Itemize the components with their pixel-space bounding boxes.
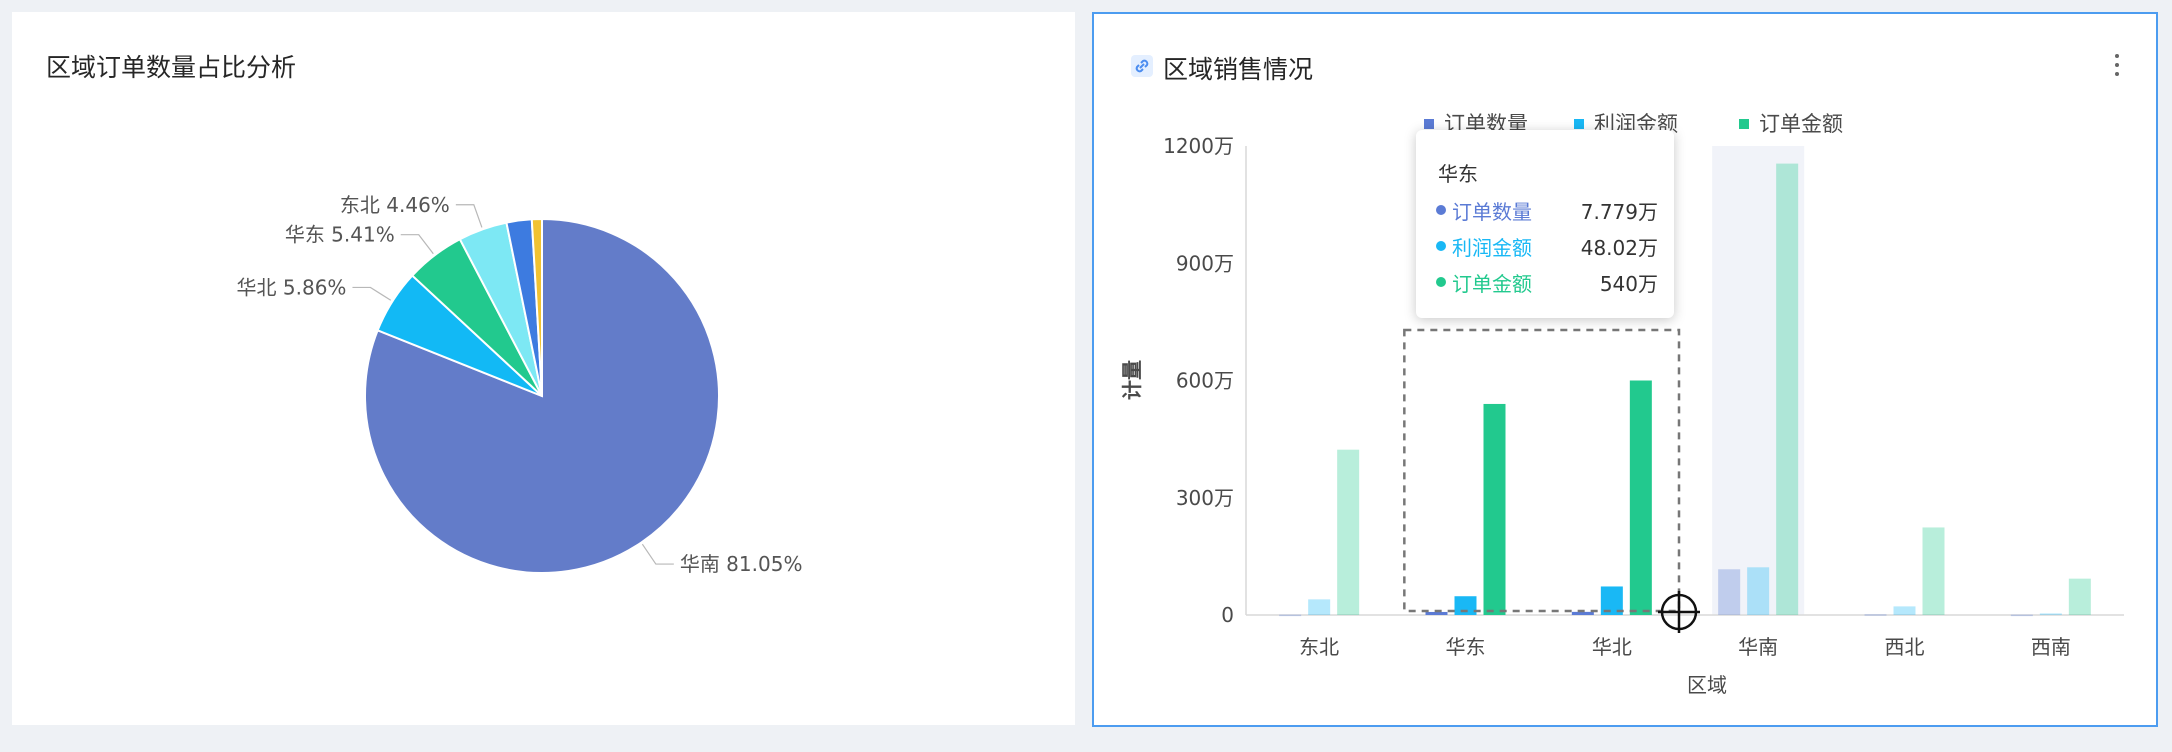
crosshair-cursor-icon	[1658, 591, 1700, 633]
x-tick-label: 华南	[1738, 635, 1778, 659]
tooltip-row-order-amount: 订单金额 540万	[1436, 268, 1658, 296]
x-tick-label: 东北	[1299, 635, 1339, 659]
y-tick-label: 0	[1221, 603, 1234, 627]
pie-label-line	[352, 286, 392, 301]
bar-利润金额-西南[interactable]	[2039, 613, 2062, 615]
bar-订单数量-华南[interactable]	[1718, 569, 1741, 615]
x-tick-label: 华东	[1446, 635, 1486, 659]
bar-利润金额-华南[interactable]	[1747, 567, 1770, 615]
bar-订单金额-西南[interactable]	[2068, 578, 2091, 615]
x-tick-label: 西北	[1885, 635, 1925, 659]
bar-订单金额-东北[interactable]	[1337, 449, 1360, 615]
bar-订单金额-西北[interactable]	[1922, 527, 1945, 615]
bar-订单数量-西南[interactable]	[2010, 614, 2033, 617]
order-share-panel: 区域订单数量占比分析 华南 81.05% 华北 5.86% 华东 5.41% 东北 4…	[12, 12, 1075, 725]
tooltip-row-order-count: 订单数量 7.779万	[1436, 196, 1658, 224]
tooltip-dot	[1436, 205, 1446, 215]
x-axis-title: 区域	[1687, 673, 1727, 697]
regional-sales-panel: 区域销售情况 0 300万 600万 900万 1200万 计量 东北 华东 华北 华南 西北 西南区…	[1092, 12, 2158, 727]
y-tick-label: 600万	[1176, 369, 1234, 393]
tooltip-series-name: 利润金额	[1452, 236, 1532, 260]
bar-订单数量-华北[interactable]	[1571, 611, 1594, 615]
tooltip-title: 华东	[1438, 162, 1478, 186]
bar-订单金额-华北[interactable]	[1629, 380, 1652, 616]
tooltip-row-profit: 利润金额 48.02万	[1436, 232, 1658, 260]
y-axis-title: 计量	[1120, 360, 1144, 400]
tooltip-series-value: 48.02万	[1580, 236, 1658, 260]
y-tick-label: 300万	[1176, 486, 1234, 510]
tooltip-dot	[1436, 241, 1446, 251]
pie-label: 华北 5.86%	[237, 275, 347, 299]
pie-label: 东北 4.46%	[340, 193, 450, 217]
bar-订单数量-东北[interactable]	[1279, 614, 1302, 617]
bar-订单金额-华东[interactable]	[1483, 403, 1506, 615]
bar-订单金额-华南[interactable]	[1776, 163, 1799, 615]
y-tick-label: 900万	[1176, 251, 1234, 275]
bar-订单数量-华东[interactable]	[1425, 611, 1448, 615]
tooltip-dot	[1436, 277, 1446, 287]
legend-swatch[interactable]	[1424, 119, 1434, 129]
pie-label-line	[641, 543, 674, 565]
y-tick-label: 1200万	[1163, 134, 1234, 158]
bar-chart[interactable]: 0300万600万900万1200万计量东北 华东 华北 华南 西北 西南区域订单数量 利润…	[1094, 14, 2160, 729]
legend-swatch[interactable]	[1574, 119, 1584, 129]
bar-订单数量-西北[interactable]	[1864, 614, 1887, 616]
pie-label-line	[455, 204, 483, 228]
tooltip-series-name: 订单金额	[1452, 272, 1532, 296]
tooltip-series-value: 540万	[1599, 272, 1658, 296]
legend-swatch[interactable]	[1739, 119, 1749, 129]
x-tick-label: 西南	[2031, 635, 2071, 659]
tooltip-series-name: 订单数量	[1452, 200, 1532, 224]
bar-利润金额-东北[interactable]	[1308, 599, 1331, 615]
pie-label-line	[400, 234, 434, 255]
pie-label: 华东 5.41%	[285, 223, 395, 247]
pie-label: 华南 81.05%	[680, 552, 803, 576]
legend-label[interactable]: 订单金额	[1759, 112, 1843, 136]
x-tick-label: 华北	[1592, 635, 1632, 659]
bar-利润金额-西北[interactable]	[1893, 606, 1916, 615]
chart-tooltip: 华东 订单数量 7.779万 利润金额 48.02万 订单金额 540万	[1416, 130, 1674, 318]
pie-chart[interactable]: 华南 81.05% 华北 5.86% 华东 5.41% 东北 4.46%	[12, 12, 1075, 725]
tooltip-series-value: 7.779万	[1580, 200, 1658, 224]
